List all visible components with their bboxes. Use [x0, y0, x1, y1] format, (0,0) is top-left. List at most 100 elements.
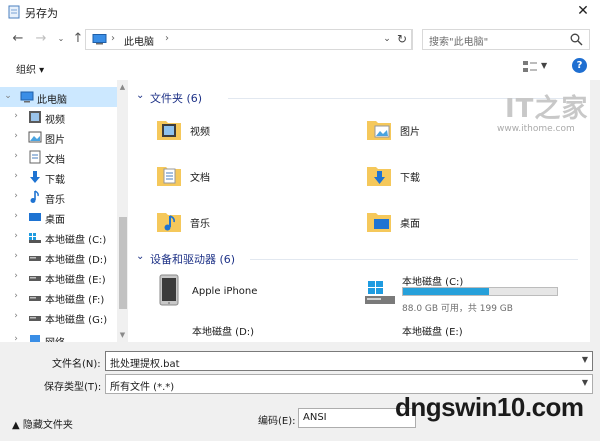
device-tile-drive-d[interactable]: 本地磁盘 (D:): [152, 318, 352, 342]
tile-label: 图片: [400, 127, 420, 138]
nav-item-this-pc[interactable]: ⌄ 此电脑: [0, 87, 117, 107]
recent-dropdown-icon[interactable]: ⌄: [53, 31, 69, 47]
tile-label: 本地磁盘 (C:): [402, 277, 464, 288]
ithome-watermark: IT之家: [505, 94, 589, 124]
filename-label: 文件名(N):: [52, 359, 101, 370]
chevron-right-icon[interactable]: ›: [11, 311, 21, 321]
device-tile-iphone[interactable]: Apple iPhone: [152, 272, 352, 312]
tile-label: 文档: [190, 173, 210, 184]
search-icon[interactable]: [570, 33, 583, 46]
nav-item-desktop[interactable]: › 桌面: [0, 207, 117, 227]
up-icon[interactable]: ↑: [70, 31, 86, 47]
drive-free-space: 88.0 GB 可用，共 199 GB: [402, 304, 513, 314]
music-icon: [30, 190, 39, 203]
group-title-devices[interactable]: 设备和驱动器 (6): [150, 251, 235, 267]
folder-tile-documents[interactable]: 文档: [152, 159, 352, 193]
chevron-right-icon[interactable]: ›: [11, 111, 21, 121]
windows-drive-icon: [365, 281, 395, 304]
chevron-right-icon[interactable]: ›: [11, 131, 21, 141]
nav-item-pictures[interactable]: › 图片: [0, 127, 117, 147]
documents-folder-icon: [29, 150, 41, 164]
chevron-down-icon[interactable]: ⌄: [3, 91, 13, 101]
chevron-down-icon[interactable]: ▼: [582, 355, 588, 364]
back-icon[interactable]: ←: [10, 31, 26, 47]
help-icon[interactable]: ?: [572, 58, 587, 73]
nav-label: 本地磁盘 (D:): [45, 255, 108, 266]
refresh-icon[interactable]: ↻: [392, 29, 413, 50]
download-folder-icon: [367, 167, 391, 186]
chevron-right-icon[interactable]: ›: [11, 171, 21, 181]
nav-item-drive-g[interactable]: › 本地磁盘 (G:): [0, 307, 117, 327]
folder-tile-desktop[interactable]: 桌面: [362, 205, 562, 239]
view-options-icon[interactable]: [522, 60, 538, 73]
drive-usage-bar: [402, 287, 558, 296]
nav-item-downloads[interactable]: › 下载: [0, 167, 117, 187]
filetype-select[interactable]: 所有文件 (*.*) ▼: [105, 374, 593, 394]
nav-item-videos[interactable]: › 视频: [0, 107, 117, 127]
chevron-right-icon[interactable]: ›: [11, 231, 21, 241]
nav-scroll-thumb[interactable]: [119, 217, 127, 309]
desktop-folder-icon: [367, 213, 391, 232]
chevron-right-icon[interactable]: ›: [11, 151, 21, 161]
network-icon: [30, 335, 40, 342]
site-watermark: dngswin10.com: [395, 392, 584, 422]
pc-icon: [20, 91, 34, 103]
chevron-down-icon[interactable]: ▼: [582, 378, 588, 387]
folder-tile-downloads[interactable]: 下载: [362, 159, 562, 193]
breadcrumb-location[interactable]: 此电脑: [124, 33, 154, 48]
nav-label: 文档: [45, 155, 65, 166]
chevron-right-icon[interactable]: ›: [11, 191, 21, 201]
content-scrollbar[interactable]: [590, 80, 600, 342]
nav-label: 图片: [45, 135, 65, 146]
chevron-right-icon[interactable]: ›: [11, 211, 21, 221]
group-title-folders[interactable]: 文件夹 (6): [150, 90, 202, 106]
chevron-right-icon[interactable]: ›: [11, 251, 21, 261]
tile-label: 视频: [190, 127, 210, 138]
view-dropdown-icon[interactable]: ▼: [541, 61, 547, 70]
organize-menu[interactable]: 组织 ▾: [16, 61, 44, 76]
nav-item-drive-e[interactable]: › 本地磁盘 (E:): [0, 267, 117, 287]
iphone-device-icon: [159, 274, 179, 306]
device-tile-drive-e[interactable]: 本地磁盘 (E:): [362, 318, 562, 342]
chevron-down-icon[interactable]: ⌄: [136, 90, 144, 101]
nav-item-documents[interactable]: › 文档: [0, 147, 117, 167]
chevron-right-icon[interactable]: ›: [11, 291, 21, 301]
chevron-right-icon[interactable]: ›: [11, 271, 21, 281]
filetype-value: 所有文件 (*.*): [110, 382, 175, 393]
forward-icon[interactable]: →: [33, 31, 49, 47]
group-divider: [250, 259, 578, 260]
drive-usage-fill: [403, 288, 490, 295]
address-bar[interactable]: › 此电脑 › ⌄: [85, 29, 412, 50]
nav-label: 视频: [45, 115, 65, 126]
hide-folders-button[interactable]: ▲ 隐藏文件夹: [12, 416, 73, 431]
folder-tile-videos[interactable]: 视频: [152, 113, 352, 147]
folder-tile-music[interactable]: 音乐: [152, 205, 352, 239]
scroll-up-icon[interactable]: ▲: [117, 82, 128, 92]
chevron-down-icon[interactable]: ⌄: [136, 251, 144, 262]
nav-item-network[interactable]: › 网络: [0, 330, 117, 342]
nav-item-drive-d[interactable]: › 本地磁盘 (D:): [0, 247, 117, 267]
tile-label: 音乐: [190, 219, 210, 230]
nav-item-drive-f[interactable]: › 本地磁盘 (F:): [0, 287, 117, 307]
nav-label: 音乐: [45, 195, 65, 206]
scroll-down-icon[interactable]: ▼: [117, 330, 128, 340]
filename-value[interactable]: 批处理提权.bat: [110, 355, 180, 370]
encoding-label: 编码(E):: [258, 416, 296, 427]
pictures-folder-icon: [28, 131, 42, 143]
window-title: 另存为: [25, 7, 58, 20]
filename-field[interactable]: 批处理提权.bat ▼: [105, 351, 593, 371]
search-box[interactable]: 搜索"此电脑": [422, 29, 590, 50]
close-icon[interactable]: ✕: [574, 2, 592, 20]
nav-item-music[interactable]: › 音乐: [0, 187, 117, 207]
chevron-right-icon[interactable]: ›: [11, 334, 21, 342]
video-folder-icon: [157, 121, 181, 140]
device-tile-drive-c[interactable]: 本地磁盘 (C:) 88.0 GB 可用，共 199 GB: [362, 270, 562, 316]
nav-label: 下载: [45, 175, 65, 186]
tile-label: 本地磁盘 (D:): [192, 327, 255, 338]
drive-icon: [29, 256, 41, 261]
breadcrumb-separator[interactable]: ›: [165, 33, 169, 44]
nav-item-drive-c[interactable]: › 本地磁盘 (C:): [0, 227, 117, 247]
video-folder-icon: [29, 111, 41, 123]
documents-folder-icon: [157, 167, 181, 186]
encoding-value: ANSI: [303, 412, 327, 423]
